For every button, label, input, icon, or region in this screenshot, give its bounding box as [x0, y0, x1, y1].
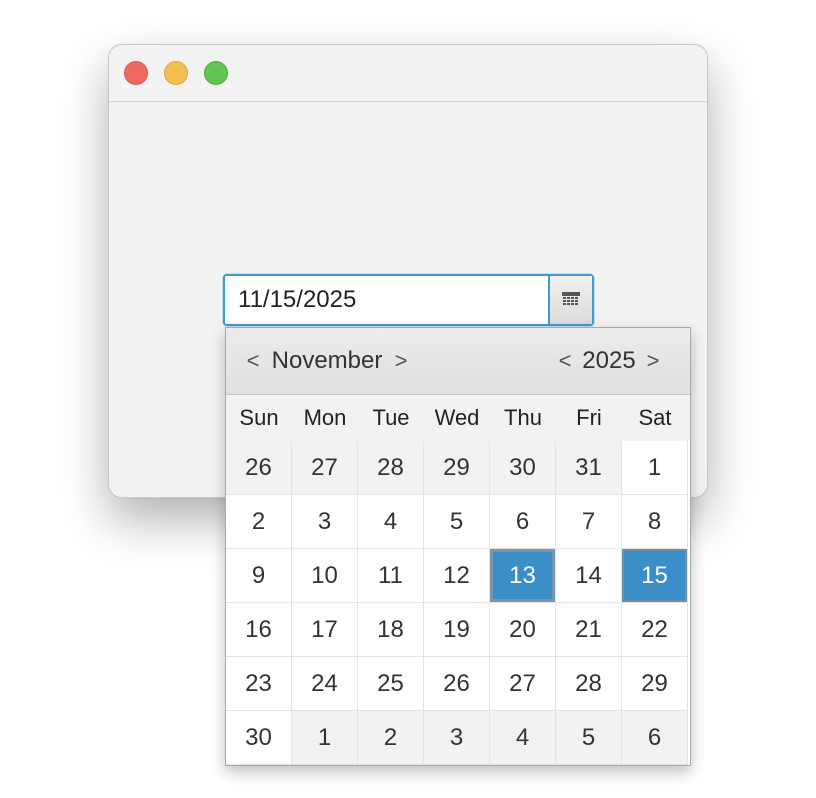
- calendar-button[interactable]: [548, 276, 592, 324]
- day-cell[interactable]: 6: [622, 711, 688, 765]
- calendar-icon: [562, 292, 580, 305]
- year-spinner: < 2025 >: [552, 328, 666, 394]
- day-grid: 26 27 28 29 30 31 1 2 3 4 5 6 7 8 9 10 11 12 13 14 15 16 17 18 1…: [226, 441, 690, 765]
- next-year-button[interactable]: >: [640, 343, 666, 379]
- next-month-button[interactable]: >: [388, 343, 414, 379]
- day-cell[interactable]: 2: [226, 495, 292, 549]
- day-cell[interactable]: 28: [556, 657, 622, 711]
- day-cell[interactable]: 22: [622, 603, 688, 657]
- month-year-header: < November > < 2025 >: [226, 328, 690, 395]
- day-cell[interactable]: 2: [358, 711, 424, 765]
- day-cell[interactable]: 14: [556, 549, 622, 603]
- weekday-header: Sun Mon Tue Wed Thu Fri Sat: [226, 395, 690, 441]
- title-bar: [109, 45, 707, 102]
- day-cell[interactable]: 7: [556, 495, 622, 549]
- day-cell[interactable]: 6: [490, 495, 556, 549]
- day-cell[interactable]: 30: [490, 441, 556, 495]
- month-label: November: [271, 347, 383, 374]
- day-cell[interactable]: 3: [424, 711, 490, 765]
- day-cell[interactable]: 18: [358, 603, 424, 657]
- day-cell[interactable]: 23: [226, 657, 292, 711]
- day-cell[interactable]: 10: [292, 549, 358, 603]
- day-cell[interactable]: 9: [226, 549, 292, 603]
- day-cell[interactable]: 4: [490, 711, 556, 765]
- day-cell[interactable]: 29: [622, 657, 688, 711]
- day-cell[interactable]: 12: [424, 549, 490, 603]
- day-cell[interactable]: 25: [358, 657, 424, 711]
- weekday-label: Mon: [303, 405, 347, 430]
- day-cell[interactable]: 27: [292, 441, 358, 495]
- day-cell[interactable]: 13: [490, 549, 556, 603]
- day-cell[interactable]: 27: [490, 657, 556, 711]
- date-picker[interactable]: [223, 274, 594, 326]
- weekday-label: Tue: [372, 405, 410, 430]
- day-cell[interactable]: 5: [424, 495, 490, 549]
- weekday-label: Sat: [638, 405, 672, 430]
- prev-year-button[interactable]: <: [552, 343, 578, 379]
- weekday-label: Wed: [434, 405, 480, 430]
- day-cell[interactable]: 3: [292, 495, 358, 549]
- day-cell[interactable]: 28: [358, 441, 424, 495]
- day-cell[interactable]: 15: [622, 549, 688, 603]
- zoom-button[interactable]: [204, 61, 228, 85]
- day-cell[interactable]: 30: [226, 711, 292, 765]
- day-cell[interactable]: 1: [622, 441, 688, 495]
- day-cell[interactable]: 20: [490, 603, 556, 657]
- month-spinner: < November >: [240, 328, 414, 394]
- day-cell[interactable]: 24: [292, 657, 358, 711]
- day-cell[interactable]: 19: [424, 603, 490, 657]
- calendar-popup: < November > < 2025 > Sun Mon Tue Wed Th…: [225, 327, 691, 766]
- day-cell[interactable]: 31: [556, 441, 622, 495]
- close-button[interactable]: [124, 61, 148, 85]
- weekday-label: Sun: [239, 405, 279, 430]
- weekday-label: Thu: [504, 405, 542, 430]
- day-cell[interactable]: 16: [226, 603, 292, 657]
- day-cell[interactable]: 5: [556, 711, 622, 765]
- prev-month-button[interactable]: <: [240, 343, 266, 379]
- day-cell[interactable]: 4: [358, 495, 424, 549]
- year-label: 2025: [582, 347, 636, 374]
- day-cell[interactable]: 1: [292, 711, 358, 765]
- day-cell[interactable]: 29: [424, 441, 490, 495]
- day-cell[interactable]: 26: [424, 657, 490, 711]
- weekday-label: Fri: [576, 405, 602, 430]
- day-cell[interactable]: 21: [556, 603, 622, 657]
- minimize-button[interactable]: [164, 61, 188, 85]
- date-input[interactable]: [225, 276, 548, 324]
- day-cell[interactable]: 8: [622, 495, 688, 549]
- day-cell[interactable]: 26: [226, 441, 292, 495]
- day-cell[interactable]: 17: [292, 603, 358, 657]
- day-cell[interactable]: 11: [358, 549, 424, 603]
